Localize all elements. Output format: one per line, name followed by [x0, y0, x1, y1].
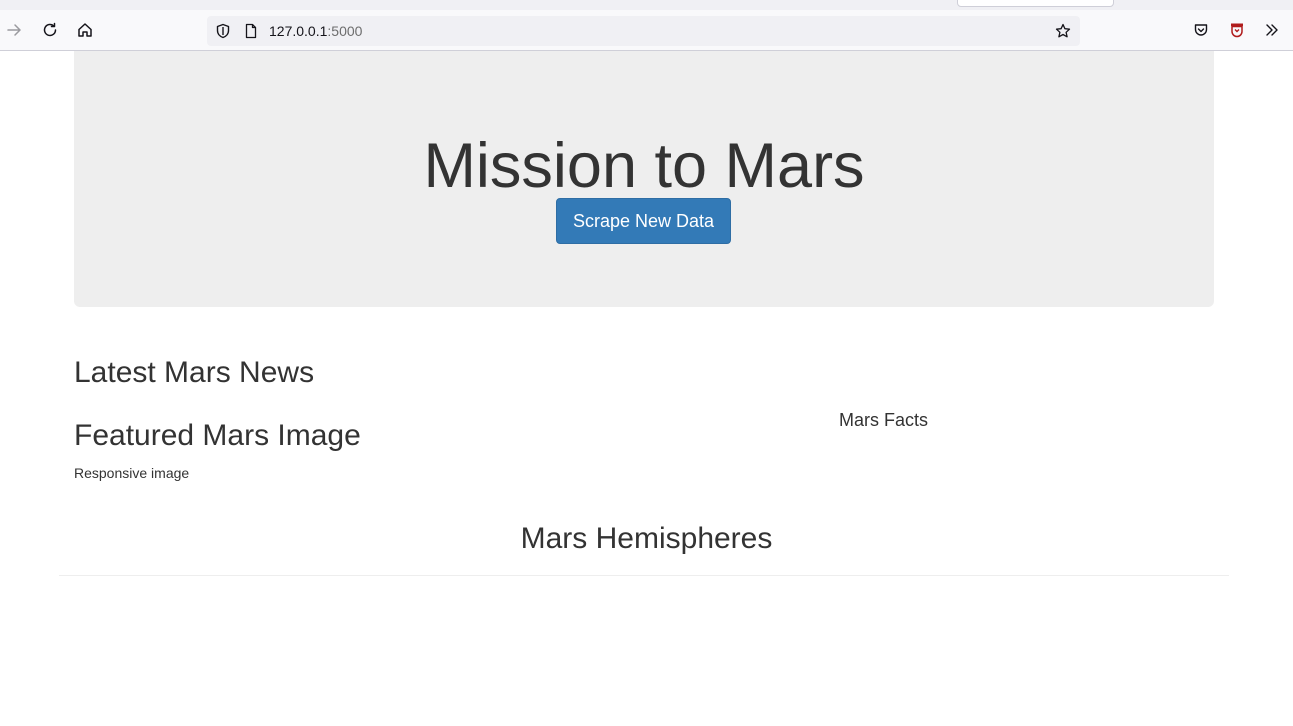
page-icon[interactable]: [243, 23, 259, 39]
featured-image-alt-text: Responsive image: [74, 465, 190, 481]
reload-button[interactable]: [39, 19, 61, 41]
home-icon: [78, 23, 92, 37]
tab-strip: [0, 0, 1293, 10]
url-host: 127.0.0.1: [269, 23, 328, 39]
chevron-double-right-icon: [1266, 24, 1278, 36]
shield-icon[interactable]: [215, 23, 231, 39]
pocket-button[interactable]: [1190, 19, 1212, 41]
page-title: Mission to Mars: [423, 131, 865, 201]
latest-news-heading: Latest Mars News: [74, 356, 315, 389]
section-divider: [59, 575, 1229, 576]
mars-facts-heading: Mars Facts: [839, 410, 929, 430]
pocket-icon: [1194, 24, 1208, 36]
url-bar[interactable]: 127.0.0.1:5000: [207, 16, 1080, 46]
url-port: :5000: [327, 23, 363, 39]
arrow-right-icon: [7, 24, 21, 36]
reload-icon: [43, 22, 57, 37]
extension-icon: [1231, 23, 1243, 38]
scrape-new-data-button[interactable]: Scrape New Data: [556, 198, 731, 244]
browser-tab[interactable]: [957, 0, 1114, 7]
browser-toolbar: 127.0.0.1:5000: [0, 10, 1293, 51]
extension-button[interactable]: [1226, 19, 1248, 41]
overflow-menu-button[interactable]: [1261, 19, 1283, 41]
hero-jumbotron: Mission to Mars Scrape New Data: [74, 51, 1214, 307]
forward-button[interactable]: [3, 19, 25, 41]
featured-image-heading: Featured Mars Image: [74, 419, 361, 452]
hemispheres-heading: Mars Hemispheres: [520, 522, 773, 555]
url-text[interactable]: 127.0.0.1:5000: [269, 23, 362, 39]
star-icon[interactable]: [1055, 23, 1071, 39]
home-button[interactable]: [74, 19, 96, 41]
